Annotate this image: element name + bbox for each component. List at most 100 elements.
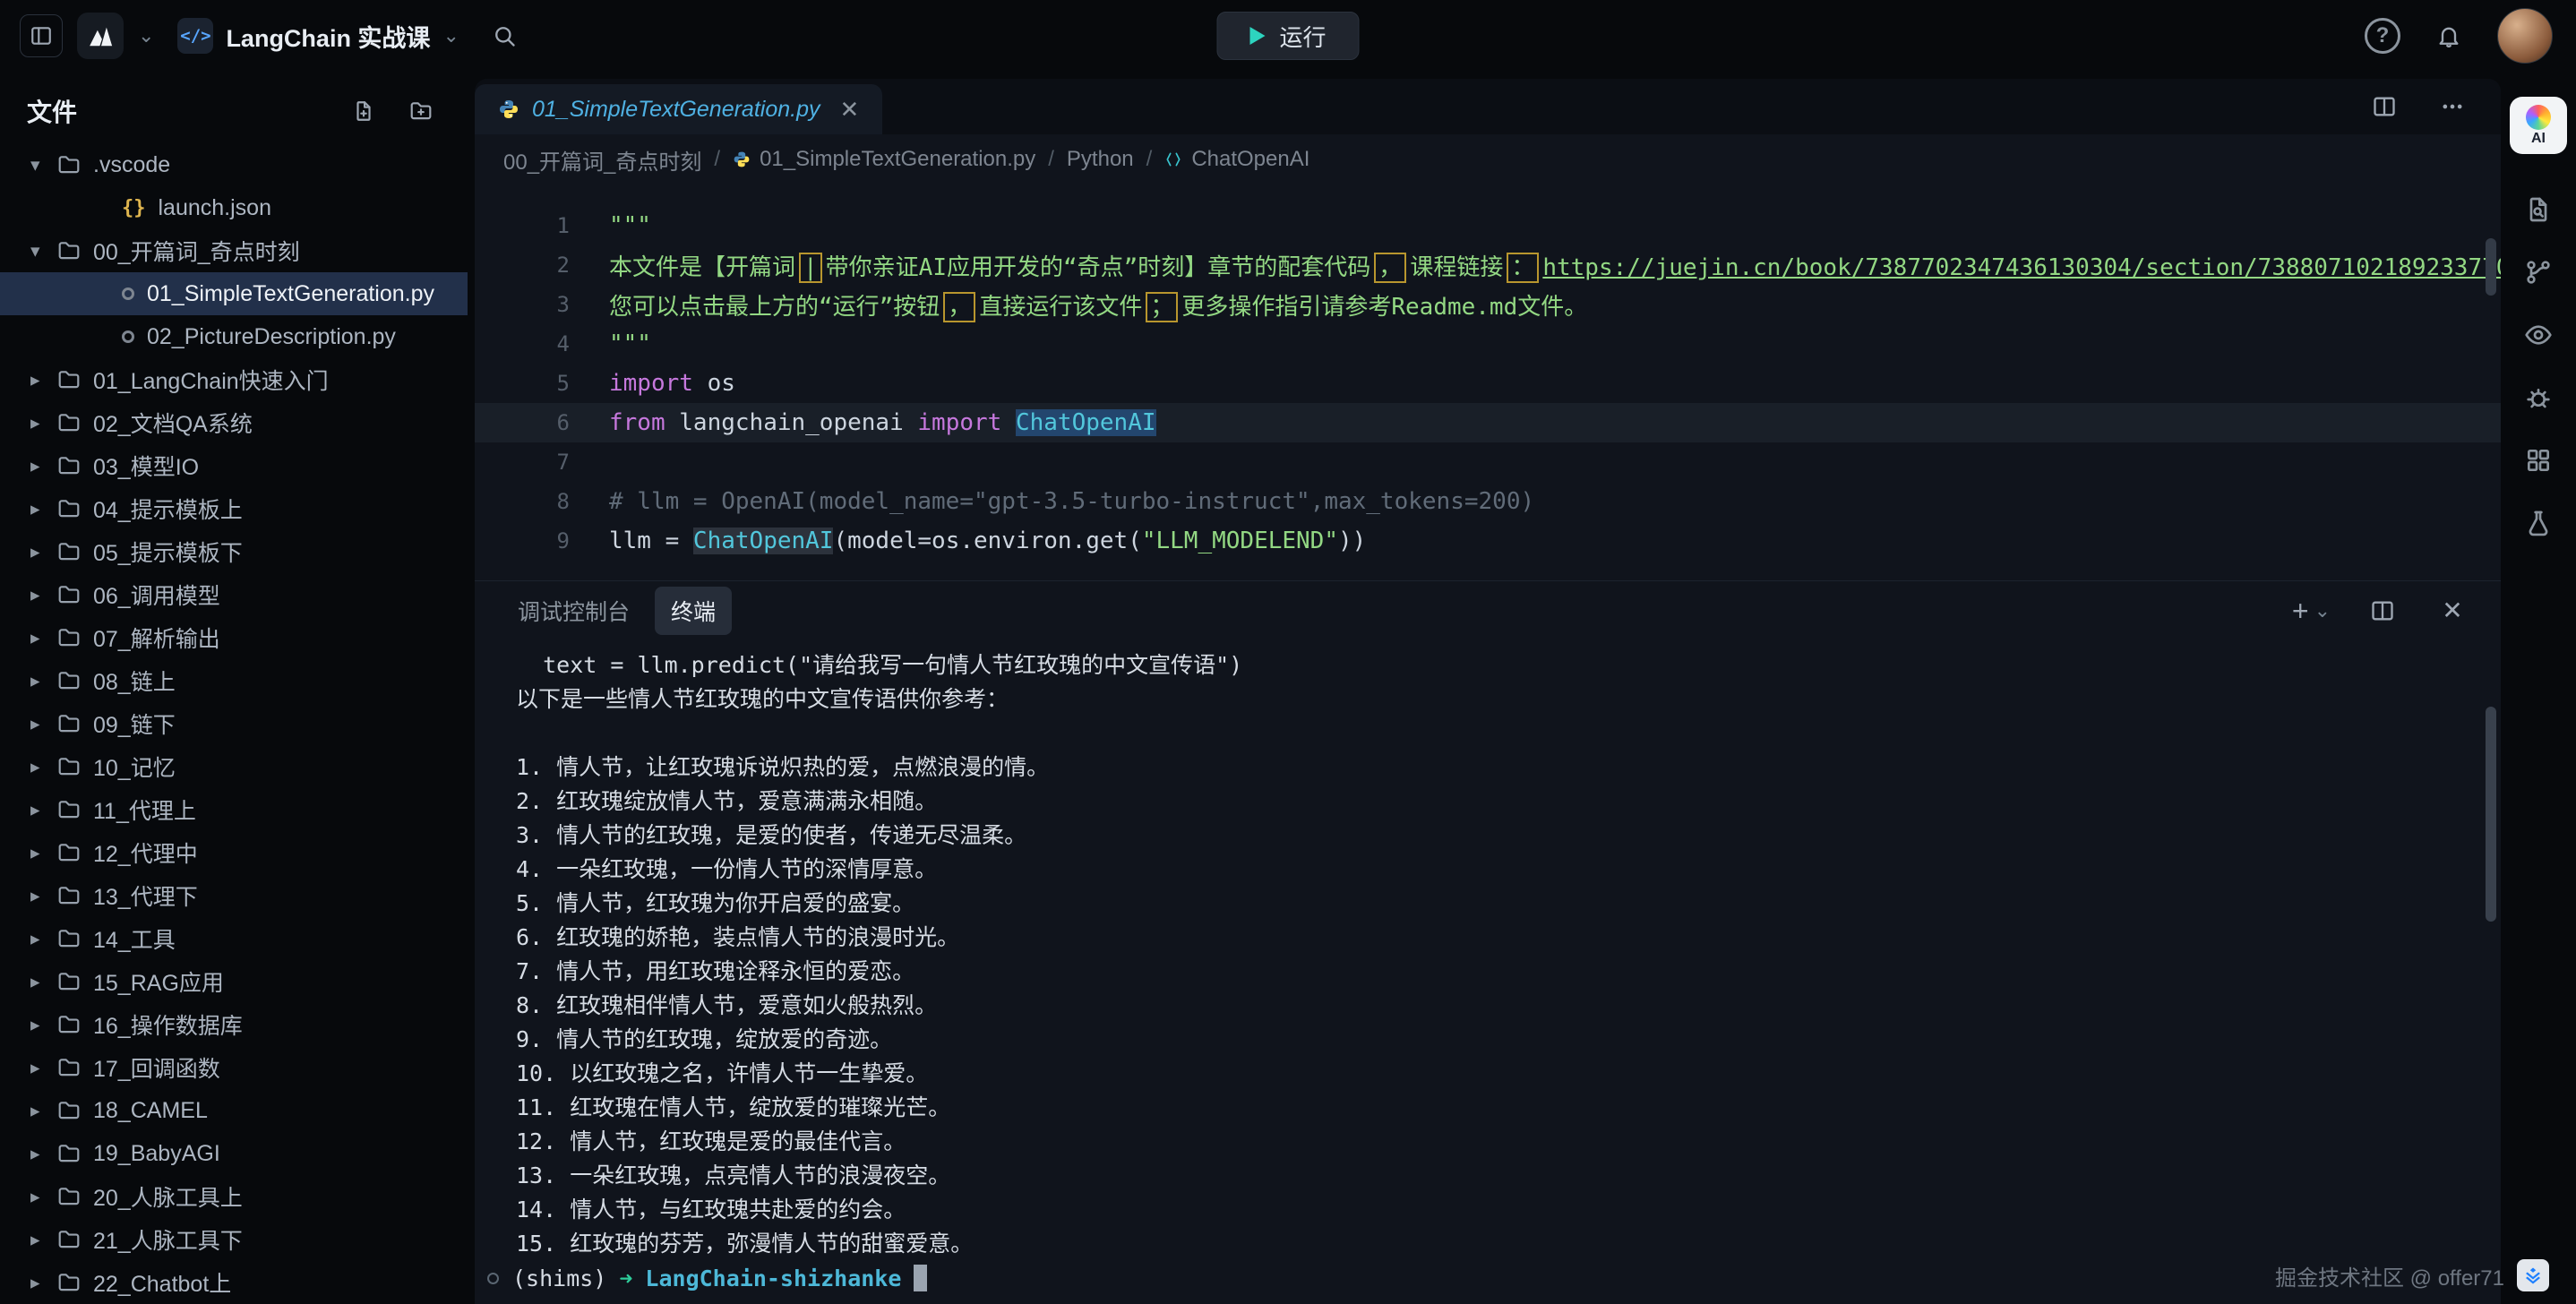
tree-folder-item[interactable]: ▸14_工具: [0, 917, 468, 960]
user-avatar[interactable]: [2497, 8, 2553, 64]
explorer-title: 文件: [27, 93, 77, 129]
sidebar-toggle-button[interactable]: [20, 14, 63, 57]
tree-item-label: 17_回调函数: [93, 1051, 220, 1084]
python-file-icon: [122, 330, 134, 343]
testing-button[interactable]: [2519, 503, 2558, 543]
terminal-line: 9. 情人节的红玫瑰，绽放爱的奇迹。: [516, 1022, 2474, 1056]
ai-assistant-button[interactable]: AI: [2510, 97, 2567, 154]
code-text: 您可以点击最上方的“运行”按钮，直接运行该文件；更多操作指引请参考Readme.…: [570, 288, 1587, 322]
tree-folder-item[interactable]: ▸02_文档QA系统: [0, 401, 468, 444]
folder-icon: [57, 755, 81, 778]
chevron-right-icon: ▸: [30, 928, 57, 950]
tree-folder-item[interactable]: ▸21_人脉工具下: [0, 1218, 468, 1261]
folder-icon: [57, 497, 81, 520]
tree-folder-item[interactable]: ▸13_代理下: [0, 874, 468, 917]
prompt-arrow-icon: ➜: [606, 1265, 645, 1291]
tree-folder-item[interactable]: ▾00_开篇词_奇点时刻: [0, 229, 468, 272]
code-line[interactable]: 3您可以点击最上方的“运行”按钮，直接运行该文件；更多操作指引请参考Readme…: [475, 285, 2501, 324]
help-button[interactable]: ?: [2365, 18, 2400, 54]
terminal-prompt[interactable]: (shims) ➜ LangChain-shizhanke: [487, 1260, 2474, 1296]
workspace-switcher[interactable]: </> LangChain 实战课 ⌄: [168, 13, 468, 59]
tree-item-label: 04_提示模板上: [93, 493, 243, 525]
tree-folder-item[interactable]: ▸04_提示模板上: [0, 487, 468, 530]
code-line[interactable]: 7: [475, 442, 2501, 482]
tree-folder-item[interactable]: ▸12_代理中: [0, 831, 468, 874]
tab-debug-console[interactable]: 调试控制台: [502, 587, 646, 635]
code-line[interactable]: 4""": [475, 324, 2501, 364]
editor-tab[interactable]: 01_SimpleTextGeneration.py ✕: [475, 84, 882, 134]
extensions-button[interactable]: [2519, 441, 2558, 480]
file-search-button[interactable]: [2519, 190, 2558, 229]
code-editor[interactable]: 1"""2本文件是【开篇词|带你亲证AI应用开发的“奇点”时刻】章节的配套代码，…: [475, 184, 2501, 580]
folder-icon: [57, 626, 81, 649]
tree-item-label: 11_代理上: [93, 794, 196, 826]
notifications-button[interactable]: [2427, 14, 2470, 57]
tree-folder-item[interactable]: ▸09_链下: [0, 702, 468, 745]
code-line[interactable]: 1""": [475, 206, 2501, 245]
tree-folder-item[interactable]: ▸08_链上: [0, 659, 468, 702]
source-control-button[interactable]: [2519, 253, 2558, 292]
tree-folder-item[interactable]: ▸18_CAMEL: [0, 1089, 468, 1132]
global-search-button[interactable]: [483, 14, 526, 57]
chevron-right-icon: ▸: [30, 1100, 57, 1122]
tree-file-item[interactable]: 02_PictureDescription.py: [0, 315, 468, 358]
tree-folder-item[interactable]: ▸16_操作数据库: [0, 1003, 468, 1046]
terminal-scrollbar[interactable]: [2486, 707, 2496, 922]
tree-folder-item[interactable]: ▸03_模型IO: [0, 444, 468, 487]
prompt-cwd: LangChain-shizhanke: [645, 1265, 901, 1291]
tree-folder-item[interactable]: ▸19_BabyAGI: [0, 1132, 468, 1175]
split-terminal-button[interactable]: [2361, 589, 2404, 632]
tree-item-label: 15_RAG应用: [93, 965, 224, 998]
debug-button[interactable]: [2519, 378, 2558, 417]
code-line[interactable]: 6from langchain_openai import ChatOpenAI: [475, 403, 2501, 442]
tree-file-item[interactable]: 01_SimpleTextGeneration.py: [0, 272, 468, 315]
code-line[interactable]: 8# llm = OpenAI(model_name="gpt-3.5-turb…: [475, 482, 2501, 521]
tab-close-icon[interactable]: ✕: [840, 96, 860, 124]
editor-scrollbar[interactable]: [2486, 238, 2496, 296]
folder-icon: [57, 239, 81, 262]
preview-button[interactable]: [2519, 315, 2558, 355]
tree-folder-item[interactable]: ▸01_LangChain快速入门: [0, 358, 468, 401]
tree-folder-item[interactable]: ▸07_解析输出: [0, 616, 468, 659]
terminal[interactable]: text = llm.predict("请给我写一句情人节红玫瑰的中文宣传语")…: [516, 648, 2474, 1304]
tree-folder-item[interactable]: ▸11_代理上: [0, 788, 468, 831]
tree-folder-item[interactable]: ▸ 17_回调函数: [0, 1046, 468, 1089]
app-logo[interactable]: [77, 13, 124, 59]
tree-folder-item[interactable]: ▸05_提示模板下: [0, 530, 468, 573]
close-panel-button[interactable]: ✕: [2431, 589, 2474, 632]
git-branch-icon: [2524, 258, 2553, 287]
breadcrumb-language[interactable]: Python: [1067, 147, 1134, 172]
split-editor-button[interactable]: [2363, 85, 2406, 128]
chevron-down-icon[interactable]: ⌄: [138, 26, 154, 46]
code-line[interactable]: 2本文件是【开篇词|带你亲证AI应用开发的“奇点”时刻】章节的配套代码，课程链接…: [475, 245, 2501, 285]
topbar-left-group: ⌄ </> LangChain 实战课 ⌄: [0, 13, 526, 59]
tab-terminal[interactable]: 终端: [655, 587, 732, 635]
folder-icon: [57, 153, 81, 176]
breadcrumb-folder[interactable]: 00_开篇词_奇点时刻: [503, 144, 701, 176]
new-file-button[interactable]: [346, 93, 382, 129]
tree-file-item[interactable]: {}launch.json: [0, 186, 468, 229]
folder-icon: [57, 1271, 81, 1294]
mountain-logo-icon: [87, 22, 114, 49]
tree-folder-item[interactable]: ▾.vscode: [0, 143, 468, 186]
new-terminal-button[interactable]: + ⌄: [2288, 589, 2334, 632]
tree-folder-item[interactable]: ▸20_人脉工具上: [0, 1175, 468, 1218]
breadcrumb-symbol[interactable]: ChatOpenAI: [1164, 147, 1309, 172]
more-actions-button[interactable]: [2431, 85, 2474, 128]
new-folder-button[interactable]: [403, 93, 439, 129]
explorer-header: 文件: [0, 79, 468, 143]
tree-folder-item[interactable]: ▸06_调用模型: [0, 573, 468, 616]
run-button[interactable]: 运行: [1216, 12, 1359, 60]
tree-folder-item[interactable]: ▸10_记忆: [0, 745, 468, 788]
chevron-down-icon: ⌄: [442, 26, 459, 46]
tree-item-label: launch.json: [159, 195, 271, 221]
tree-folder-item[interactable]: ▸22_Chatbot上: [0, 1261, 468, 1304]
tree-folder-item[interactable]: ▸15_RAG应用: [0, 960, 468, 1003]
chevron-right-icon: ▸: [30, 1057, 57, 1079]
chevron-right-icon: ▸: [30, 1272, 57, 1294]
line-number: 1: [475, 213, 570, 238]
breadcrumb-file[interactable]: 01_SimpleTextGeneration.py: [733, 147, 1035, 172]
eye-icon: [2524, 321, 2553, 349]
code-line[interactable]: 5import os: [475, 364, 2501, 403]
code-line[interactable]: 9llm = ChatOpenAI(model=os.environ.get("…: [475, 521, 2501, 561]
